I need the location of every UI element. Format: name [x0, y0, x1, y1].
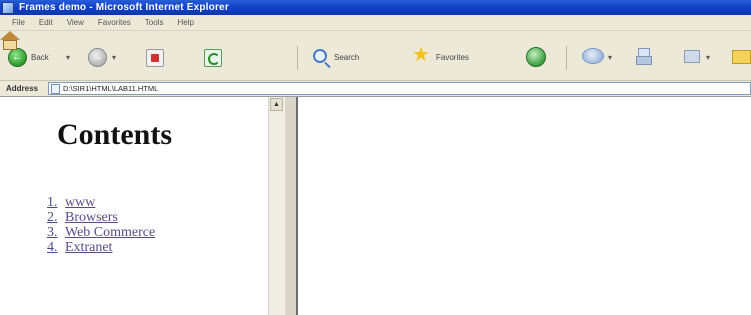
list-number: 2.: [47, 210, 58, 225]
list-item: 4. Extranet: [47, 240, 155, 255]
stop-icon[interactable]: [146, 49, 164, 67]
window-title: Frames demo - Microsoft Internet Explore…: [19, 2, 229, 13]
contents-heading: Contents: [57, 118, 173, 151]
back-icon[interactable]: ←: [8, 48, 27, 67]
list-number: 1.: [47, 195, 58, 210]
toolbar-divider: [297, 46, 298, 70]
ie-icon: [2, 1, 14, 14]
refresh-icon[interactable]: [204, 49, 222, 67]
folder-icon[interactable]: [732, 50, 751, 64]
menu-view[interactable]: View: [67, 18, 84, 27]
home-roof-shape: [0, 31, 20, 40]
media-icon[interactable]: [526, 47, 546, 67]
edit-icon[interactable]: [684, 50, 700, 63]
edit-dropdown-icon[interactable]: ▾: [706, 54, 710, 62]
address-label: Address: [6, 84, 39, 93]
address-bar: Address D:\SIR1\HTML\LAB11.HTML: [0, 81, 751, 97]
back-dropdown-icon[interactable]: ▾: [66, 54, 70, 62]
menu-bar: File Edit View Favorites Tools Help: [0, 15, 751, 31]
page-icon: [51, 83, 60, 94]
list-number: 3.: [47, 225, 58, 240]
search-button-label[interactable]: Search: [334, 53, 359, 62]
search-icon[interactable]: [313, 49, 327, 63]
menu-tools[interactable]: Tools: [145, 18, 164, 27]
menu-edit[interactable]: Edit: [39, 18, 53, 27]
toolbar-divider: [566, 46, 567, 70]
frame-splitter[interactable]: [284, 97, 298, 315]
address-value[interactable]: D:\SIR1\HTML\LAB11.HTML: [63, 84, 158, 93]
address-input[interactable]: D:\SIR1\HTML\LAB11.HTML: [48, 82, 751, 95]
link-extranet[interactable]: Extranet: [65, 240, 112, 255]
forward-dropdown-icon[interactable]: ▾: [112, 54, 116, 62]
home-body-shape: [3, 40, 17, 50]
list-item: 2. Browsers: [47, 210, 155, 225]
list-item: 3. Web Commerce: [47, 225, 155, 240]
forward-icon[interactable]: →: [88, 48, 107, 67]
back-button-label[interactable]: Back: [31, 53, 49, 62]
menu-help[interactable]: Help: [177, 18, 193, 27]
mail-icon[interactable]: [582, 48, 604, 64]
link-www[interactable]: www: [65, 195, 95, 210]
link-web-commerce[interactable]: Web Commerce: [65, 225, 155, 240]
list-item: 1. www: [47, 195, 155, 210]
mail-dropdown-icon[interactable]: ▾: [608, 54, 612, 62]
main-frame: [298, 97, 751, 315]
menu-favorites[interactable]: Favorites: [98, 18, 131, 27]
contents-list: 1. www 2. Browsers 3. Web Commerce 4. Ex…: [47, 195, 155, 255]
favorites-button-label[interactable]: Favorites: [436, 53, 469, 62]
list-number: 4.: [47, 240, 58, 255]
scroll-up-icon[interactable]: ▲: [270, 98, 283, 111]
favorites-icon[interactable]: ★: [412, 45, 430, 65]
print-icon[interactable]: [636, 48, 652, 66]
toolbar: ← Back ▾ → ▾ Search ★ Favorites ▾ ▾: [0, 31, 751, 81]
menu-file[interactable]: File: [12, 18, 25, 27]
vertical-scrollbar[interactable]: ▲: [268, 97, 284, 315]
link-browsers[interactable]: Browsers: [65, 210, 118, 225]
title-bar: Frames demo - Microsoft Internet Explore…: [0, 0, 751, 15]
